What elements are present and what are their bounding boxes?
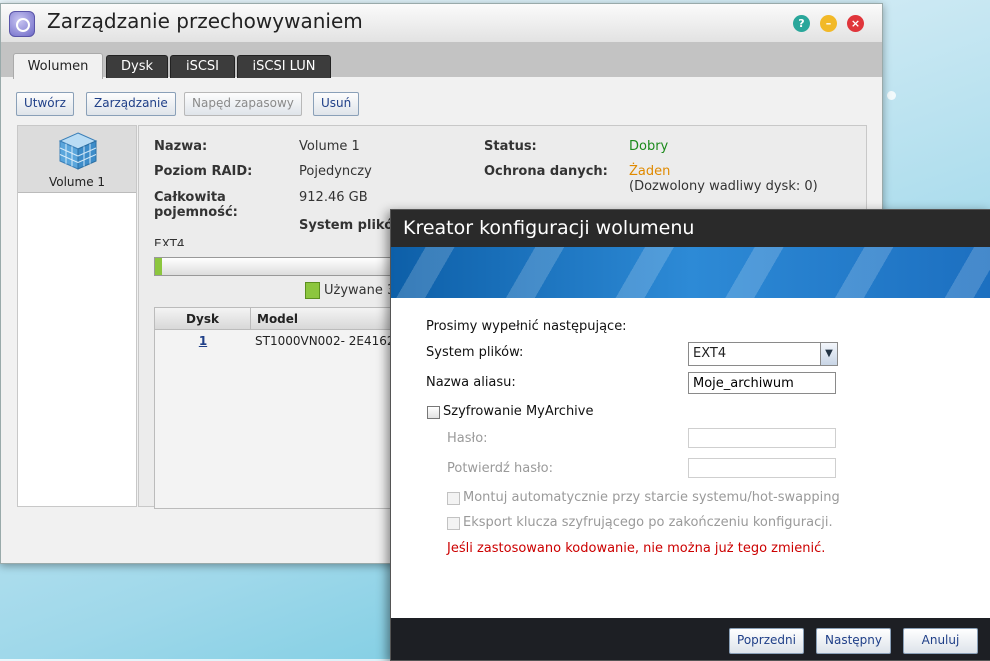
volume-label: Volume 1 <box>48 175 106 189</box>
capacity-label-line1: Całkowita <box>154 190 226 205</box>
used-legend-swatch <box>305 282 320 299</box>
tab-volume[interactable]: Wolumen <box>13 53 103 79</box>
wizard-footer: Poprzedni Następny Anuluj <box>391 618 990 660</box>
confirm-password-label: Potwierdź hasło: <box>447 461 553 476</box>
wizard-banner <box>391 247 990 298</box>
encryption-label: Szyfrowanie MyArchive <box>443 404 594 419</box>
help-icon[interactable]: ? <box>793 15 810 32</box>
manage-button[interactable]: Zarządzanie <box>86 92 176 116</box>
volume-list-item[interactable]: Volume 1 <box>18 126 136 193</box>
export-key-checkbox[interactable] <box>447 517 460 530</box>
window-titlebar[interactable]: Zarządzanie przechowywaniem ? – × <box>1 4 882 42</box>
spare-drive-button[interactable]: Napęd zapasowy <box>184 92 302 116</box>
tab-bar: Wolumen Dysk iSCSI iSCSI LUN <box>1 42 882 79</box>
window-title: Zarządzanie przechowywaniem <box>47 9 363 33</box>
volume-wizard-dialog: Kreator konfiguracji wolumenu Prosimy wy… <box>390 209 990 661</box>
wizard-prompt: Prosimy wypełnić następujące: <box>426 319 627 334</box>
protection-note: (Dozwolony wadliwy dysk: 0) <box>629 179 818 194</box>
close-icon[interactable]: × <box>847 15 864 32</box>
filesystem-select-value: EXT4 <box>693 346 727 361</box>
name-label: Nazwa: <box>154 139 208 154</box>
storage-app-icon <box>9 11 35 37</box>
protection-label: Ochrona danych: <box>484 164 608 179</box>
alias-field-label: Nazwa aliasu: <box>426 375 516 390</box>
encryption-checkbox[interactable] <box>427 406 440 419</box>
column-header-disk[interactable]: Dysk <box>155 308 251 330</box>
remove-button[interactable]: Usuń <box>313 92 360 116</box>
status-label: Status: <box>484 139 537 154</box>
name-value: Volume 1 <box>299 139 360 154</box>
volume-cube-icon <box>58 132 98 170</box>
automount-label: Montuj automatycznie przy starcie system… <box>463 490 840 505</box>
automount-checkbox[interactable] <box>447 492 460 505</box>
next-button[interactable]: Następny <box>816 628 891 654</box>
chevron-down-icon[interactable]: ▼ <box>820 343 837 365</box>
raid-value: Pojedynczy <box>299 164 372 179</box>
raid-label: Poziom RAID: <box>154 164 253 179</box>
used-legend-label: Używane 3 <box>324 283 396 298</box>
protection-value: Żaden <box>629 164 671 179</box>
capacity-label-line2: pojemność: <box>154 205 238 220</box>
minimize-icon[interactable]: – <box>820 15 837 32</box>
tab-iscsi[interactable]: iSCSI <box>170 55 235 78</box>
volume-list: Volume 1 <box>17 125 137 507</box>
confirm-password-input[interactable] <box>688 458 836 478</box>
capacity-value: 912.46 GB <box>299 190 368 205</box>
password-label: Hasło: <box>447 431 488 446</box>
status-value: Dobry <box>629 139 669 154</box>
filesystem-value: EXT4 <box>154 237 185 246</box>
export-key-label: Eksport klucza szyfrującego po zakończen… <box>463 515 833 530</box>
create-button[interactable]: Utwórz <box>16 92 74 116</box>
tab-iscsi-lun[interactable]: iSCSI LUN <box>237 55 331 78</box>
usage-bar-fill <box>155 258 162 275</box>
desktop-sparkle <box>887 91 896 100</box>
disk-model: ST1000VN002- 2E4162 ( <box>255 334 403 348</box>
tab-disk[interactable]: Dysk <box>106 55 168 78</box>
alias-input[interactable] <box>688 372 836 394</box>
cancel-button[interactable]: Anuluj <box>903 628 978 654</box>
disk-link[interactable]: 1 <box>155 331 251 351</box>
password-input[interactable] <box>688 428 836 448</box>
encryption-warning: Jeśli zastosowano kodowanie, nie można j… <box>447 541 826 556</box>
wizard-title[interactable]: Kreator konfiguracji wolumenu <box>391 210 990 247</box>
filesystem-field-label: System plików: <box>426 345 524 360</box>
previous-button[interactable]: Poprzedni <box>729 628 804 654</box>
filesystem-select[interactable]: EXT4 ▼ <box>688 342 838 366</box>
